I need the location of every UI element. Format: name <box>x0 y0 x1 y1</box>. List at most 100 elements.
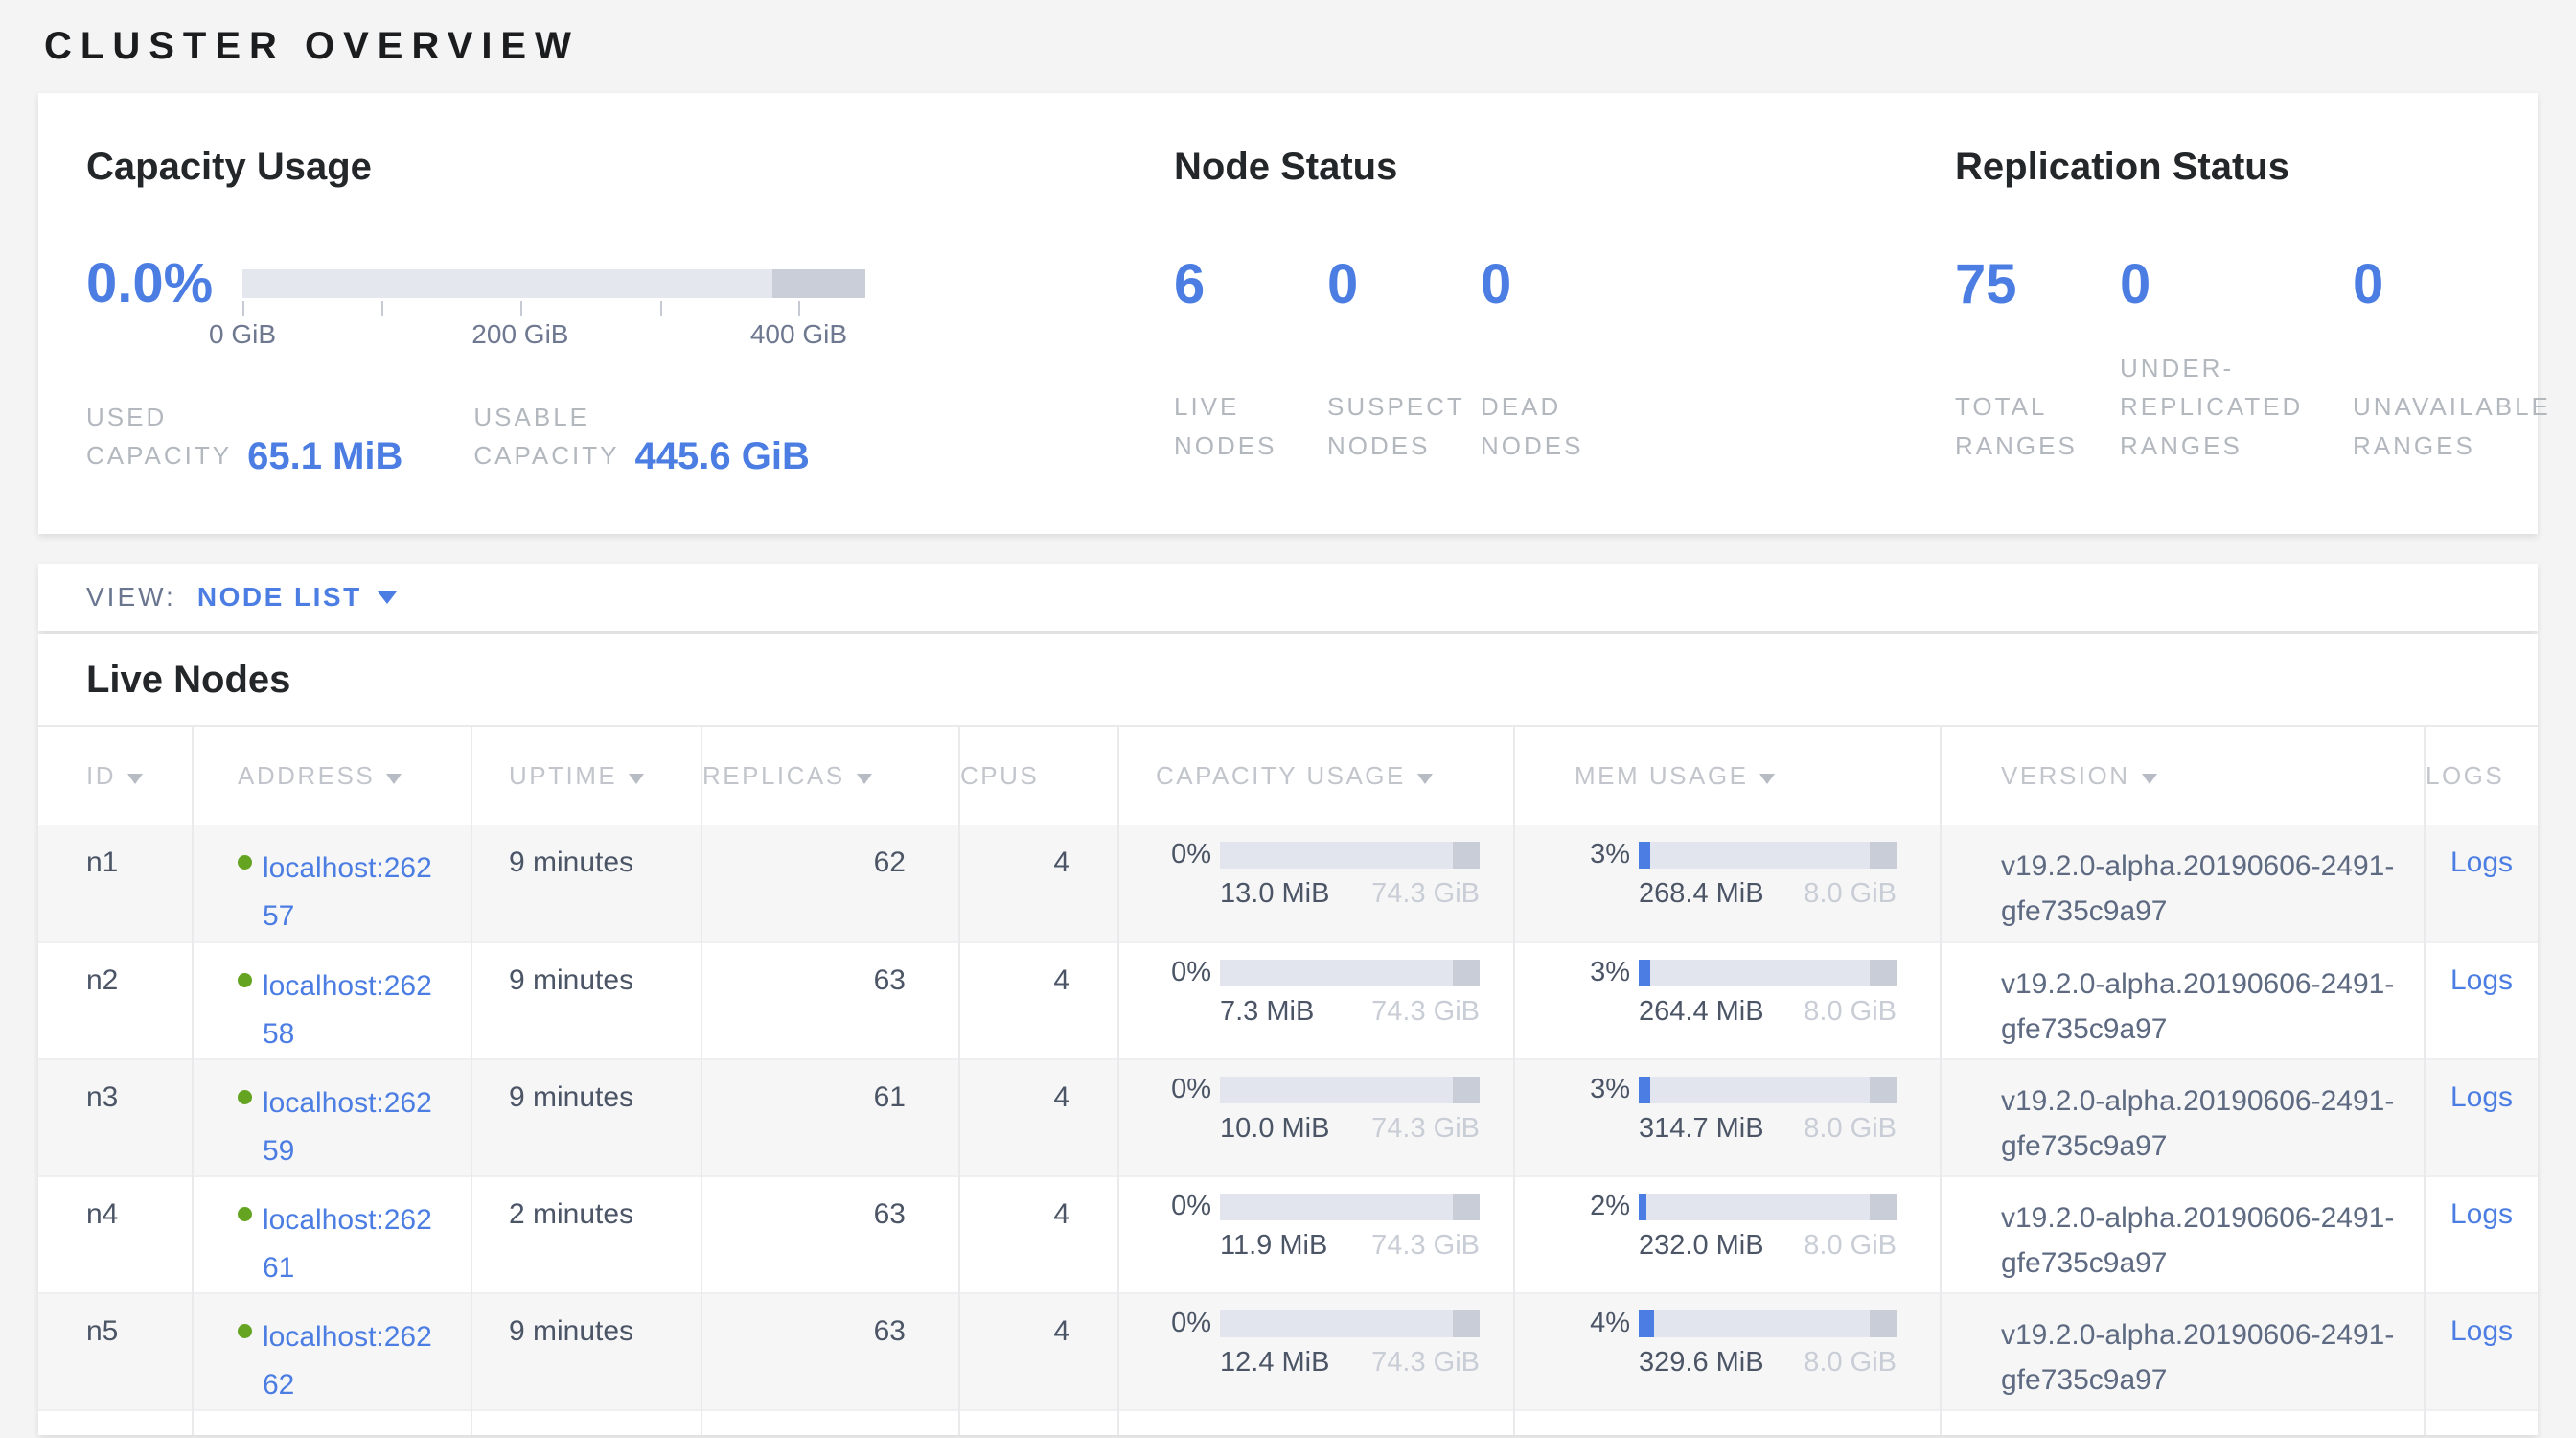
column-header-address[interactable]: ADDRESS <box>193 726 472 825</box>
column-header-cpus: CPUS <box>959 726 1118 825</box>
node-version: v19.2.0-alpha.20190606-2491- gfe735c9a97 <box>2001 1202 2394 1279</box>
node-cpus: 4 <box>959 942 1118 1059</box>
node-uptime: 9 minutes <box>472 1059 702 1176</box>
stat-value: 0 <box>1481 256 1663 314</box>
node-list-dropdown[interactable]: NODE LIST <box>197 582 397 613</box>
column-header-label: REPLICAS <box>702 761 845 790</box>
column-header-id[interactable]: ID <box>38 726 193 825</box>
mem-used-value: 314.7 MiB <box>1639 1113 1764 1145</box>
mem-used-value: 264.4 MiB <box>1639 996 1764 1028</box>
node-address-link[interactable]: localhost:26257 <box>263 845 448 939</box>
mem-usage-meter: 4% <box>1575 1308 1897 1339</box>
capacity-usage-percent: 0% <box>1156 1074 1211 1105</box>
mem-bar-used-segment <box>1639 1077 1650 1103</box>
node-id: n4 <box>38 1176 193 1293</box>
mem-total-value: 8.0 GiB <box>1804 996 1897 1028</box>
gauge-tick-mark <box>798 301 800 316</box>
table-row: n5 localhost:26262 9 minutes 63 4 0% 12.… <box>38 1293 2538 1410</box>
node-address-link[interactable]: localhost:26262 <box>263 1313 448 1408</box>
node-replicas: 63 <box>702 1293 959 1410</box>
mem-bar-used-segment <box>1639 960 1650 986</box>
sort-arrow-icon <box>1760 774 1775 784</box>
capacity-gauge-reserved-segment <box>772 269 866 298</box>
nodes-table-body: n1 localhost:26257 9 minutes 62 4 0% 13.… <box>38 825 2538 1435</box>
mem-bar-reserved-segment <box>1870 960 1897 986</box>
cluster-summary-card: Capacity Usage Node Status Replication S… <box>38 93 2538 534</box>
mem-bar-used-segment <box>1639 1310 1654 1337</box>
node-logs-link[interactable]: Logs <box>2450 1081 2513 1113</box>
column-header-version[interactable]: VERSION <box>1941 726 2425 825</box>
node-uptime: 9 minutes <box>472 825 702 942</box>
gauge-tick-mark <box>381 301 383 316</box>
capacity-bar-reserved-segment <box>1453 960 1480 986</box>
capacity-total-value: 74.3 GiB <box>1371 878 1480 910</box>
node-live-dot <box>238 1324 252 1338</box>
mem-usage-percent: 3% <box>1575 1074 1630 1105</box>
node-live-dot <box>238 1090 252 1104</box>
capacity-usage-percent: 0% <box>1156 839 1211 870</box>
node-cpus: 4 <box>959 1293 1118 1410</box>
table-row: n3 localhost:26259 9 minutes 61 4 0% 10.… <box>38 1059 2538 1176</box>
capacity-total-value: 74.3 GiB <box>1371 1113 1480 1145</box>
capacity-usage-meter: 0% <box>1156 1074 1480 1105</box>
column-header-mem-usage[interactable]: MEM USAGE <box>1514 726 1941 825</box>
capacity-used-value: 7.3 MiB <box>1220 996 1314 1028</box>
live-nodes-card: Live Nodes IDADDRESSUPTIMEREPLICASCPUSCA… <box>38 634 2538 1435</box>
stat-value: 6 <box>1174 256 1327 314</box>
capacity-stat: USED CAPACITY65.1 MiB <box>86 398 402 475</box>
mem-usage-bar <box>1639 842 1897 869</box>
column-header-uptime[interactable]: UPTIME <box>472 726 702 825</box>
node-replicas: 63 <box>702 942 959 1059</box>
mem-usage-meter: 2% <box>1575 1191 1897 1222</box>
capacity-usage-meter: 0% <box>1156 957 1480 988</box>
node-logs-link[interactable]: Logs <box>2450 1315 2513 1347</box>
capacity-usage-meter: 0% <box>1156 1308 1480 1339</box>
stat-label: USED CAPACITY <box>86 398 232 475</box>
column-header-label: MEM USAGE <box>1575 761 1748 790</box>
node-logs-link[interactable]: Logs <box>2450 964 2513 996</box>
node-list-dropdown-label: NODE LIST <box>197 582 362 613</box>
replication-status-heading: Replication Status <box>1955 146 2289 189</box>
mem-bar-reserved-segment <box>1870 1310 1897 1337</box>
node-address-link[interactable]: localhost:26259 <box>263 1079 448 1174</box>
sort-arrow-icon <box>629 774 644 784</box>
gauge-tick-label: 200 GiB <box>472 319 568 350</box>
node-replicas: 63 <box>702 1176 959 1293</box>
mem-total-value: 8.0 GiB <box>1804 1347 1897 1379</box>
column-header-replicas[interactable]: REPLICAS <box>702 726 959 825</box>
sort-arrow-icon <box>1417 774 1433 784</box>
capacity-usage-bar <box>1220 1077 1480 1103</box>
node-logs-link[interactable]: Logs <box>2450 1198 2513 1230</box>
mem-bar-reserved-segment <box>1870 1194 1897 1220</box>
mem-usage-percent: 3% <box>1575 839 1630 870</box>
node-address-link[interactable]: localhost:26261 <box>263 1196 448 1291</box>
mem-usage-percent: 4% <box>1575 1308 1630 1339</box>
column-header-label: ADDRESS <box>238 761 375 790</box>
stat-value: 0 <box>2353 256 2573 314</box>
capacity-stat: USABLE CAPACITY445.6 GiB <box>473 398 809 475</box>
node-cpus: 4 <box>959 825 1118 942</box>
node-version: v19.2.0-alpha.20190606-2491- gfe735c9a97 <box>2001 1319 2394 1396</box>
mem-bar-used-segment <box>1639 842 1650 869</box>
node-address-link[interactable]: localhost:26258 <box>263 963 448 1057</box>
node-live-dot <box>238 1207 252 1221</box>
capacity-total-value: 74.3 GiB <box>1371 1230 1480 1262</box>
mem-usage-meter: 3% <box>1575 957 1897 988</box>
mem-usage-bar <box>1639 1310 1897 1337</box>
stat-label: DEAD NODES <box>1481 387 1663 465</box>
mem-usage-bar <box>1639 960 1897 986</box>
capacity-usage-bar <box>1220 1194 1480 1220</box>
node-version: v19.2.0-alpha.20190606-2491- gfe735c9a97 <box>2001 968 2394 1045</box>
capacity-bar-reserved-segment <box>1453 842 1480 869</box>
column-header-label: CPUS <box>960 761 1039 790</box>
node-id: n1 <box>38 825 193 942</box>
node-logs-link[interactable]: Logs <box>2450 847 2513 878</box>
node-status-heading: Node Status <box>1174 146 1397 189</box>
column-header-capacity-usage[interactable]: CAPACITY USAGE <box>1118 726 1514 825</box>
column-header-label: CAPACITY USAGE <box>1156 761 1406 790</box>
capacity-usage-percent: 0% <box>1156 957 1211 988</box>
mem-total-value: 8.0 GiB <box>1804 1113 1897 1145</box>
node-id: n5 <box>38 1293 193 1410</box>
capacity-used-value: 11.9 MiB <box>1220 1230 1327 1262</box>
capacity-gauge-bar-block: 0 GiB200 GiB400 GiB <box>242 256 865 354</box>
